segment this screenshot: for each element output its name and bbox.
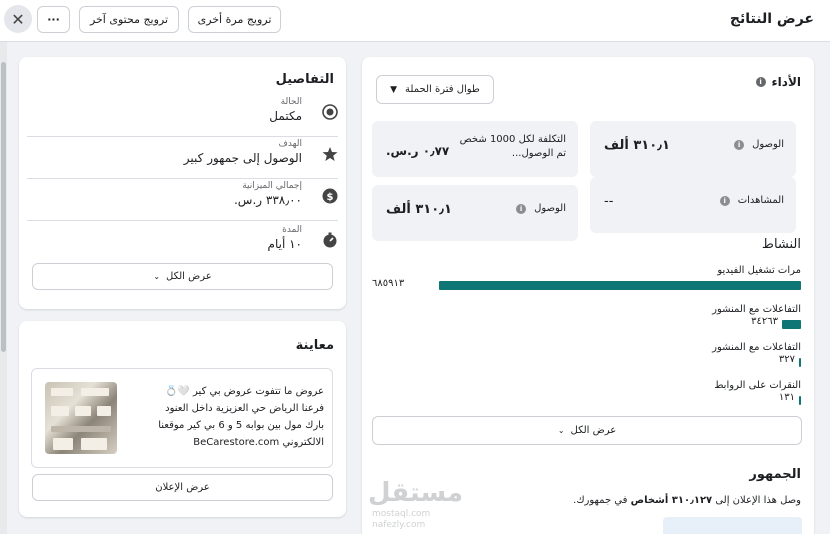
activity-label: مرات تشغيل الفيديو bbox=[717, 265, 801, 276]
performance-title: الأداء i bbox=[755, 75, 801, 89]
dollar-icon: $ bbox=[322, 188, 338, 204]
metric-value: ٣١٠٫١ ألف bbox=[604, 138, 670, 153]
activity-bar bbox=[799, 396, 801, 405]
metric-reach-2: الوصول i ٣١٠٫١ ألف bbox=[372, 185, 578, 241]
page-title: عرض النتائج bbox=[729, 11, 814, 27]
performance-title-text: الأداء bbox=[771, 75, 801, 89]
ad-preview[interactable]: عروض ما تتفوت عروض بي كير 🤍💍 فرعنا الريا… bbox=[31, 368, 333, 468]
activity-bar bbox=[782, 320, 801, 329]
activity-row: مرات تشغيل الفيديو ٦٨٥٩١٣ bbox=[372, 265, 801, 295]
activity-bar bbox=[439, 281, 801, 290]
details-card: التفاصيل الحالة مكتمل الهدف الوصول إلى ج… bbox=[19, 57, 346, 309]
metric-reach: الوصول i ٣١٠٫١ ألف bbox=[590, 121, 796, 177]
detail-value: الوصول إلى جمهور كبير bbox=[183, 151, 302, 165]
view-ad-button[interactable]: عرض الإعلان bbox=[32, 474, 333, 501]
preview-card: معاينة عروض ما تتفوت عروض بي كير 🤍💍 فرعن… bbox=[19, 321, 346, 517]
detail-label: المدة bbox=[282, 225, 302, 235]
info-icon[interactable]: i bbox=[734, 139, 745, 150]
activity-label: التفاعلات مع المنشور bbox=[712, 342, 801, 353]
activity-value: ١٣١ bbox=[778, 392, 795, 403]
activity-bar bbox=[799, 358, 801, 367]
period-label: طوال فترة الحملة bbox=[405, 84, 480, 95]
close-button[interactable]: ✕ bbox=[4, 5, 32, 33]
period-dropdown[interactable]: طوال فترة الحملة ▼ bbox=[376, 75, 494, 104]
activity-label: النقرات على الروابط bbox=[714, 380, 801, 391]
ad-line: الالكتروني BeCarestore.com bbox=[193, 437, 324, 448]
details-title: التفاصيل bbox=[275, 72, 334, 87]
metric-value: -- bbox=[604, 194, 614, 209]
header-bar: عرض النتائج ترويج مرة أخرى ترويج محتوى آ… bbox=[0, 0, 830, 42]
audience-text: وصل هذا الإعلان إلى ٣١٠٫١٢٧ أشخاص في جمه… bbox=[573, 495, 801, 506]
metric-value: ٣١٠٫١ ألف bbox=[386, 202, 452, 217]
caret-down-icon: ▼ bbox=[390, 84, 398, 95]
chevron-down-icon: ⌄ bbox=[557, 426, 565, 435]
view-ad-label: عرض الإعلان bbox=[155, 482, 210, 493]
activity-row: التفاعلات مع المنشور ٣٤٢٦٣ bbox=[372, 304, 801, 334]
chevron-down-icon: ⌄ bbox=[153, 272, 161, 281]
audience-count: ٣١٠٫١٢٧ أشخاص bbox=[630, 495, 713, 506]
view-all-activity-button[interactable]: عرض الكل ⌄ bbox=[372, 416, 802, 445]
detail-label: الحالة bbox=[280, 97, 302, 107]
metric-label: التكلفة لكل 1000 شخص تم الوصول... bbox=[459, 134, 566, 159]
boost-other-content-button[interactable]: ترويج محتوى آخر bbox=[79, 6, 179, 33]
preview-title: معاينة bbox=[295, 338, 334, 353]
audience-text-prefix: وصل هذا الإعلان إلى bbox=[715, 495, 801, 506]
detail-value: ١٠ أيام bbox=[267, 237, 302, 251]
stopwatch-icon bbox=[322, 232, 338, 248]
metric-label-text: المشاهدات bbox=[737, 195, 784, 206]
metric-label: المشاهدات i bbox=[719, 195, 784, 206]
detail-value: ٣٣٨٫٠٠ ر.س. bbox=[233, 193, 302, 207]
boost-again-button[interactable]: ترويج مرة أخرى bbox=[188, 6, 281, 33]
ad-text: عروض ما تتفوت عروض بي كير 🤍💍 فرعنا الريا… bbox=[112, 383, 324, 451]
metric-views: المشاهدات i -- bbox=[590, 177, 796, 233]
activity-label: التفاعلات مع المنشور bbox=[712, 304, 801, 315]
ad-thumbnail bbox=[45, 382, 117, 454]
info-icon[interactable]: i bbox=[516, 203, 527, 214]
detail-row-budget: $ إجمالي الميزانية ٣٣٨٫٠٠ ر.س. bbox=[27, 179, 338, 221]
status-icon bbox=[322, 104, 338, 120]
detail-label: إجمالي الميزانية bbox=[242, 181, 302, 191]
view-all-label: عرض الكل bbox=[166, 271, 212, 282]
more-options-button[interactable]: ··· bbox=[37, 6, 70, 33]
audience-text-suffix: في جمهورك. bbox=[573, 495, 628, 506]
scrollbar[interactable] bbox=[0, 42, 7, 534]
metric-label-text: الوصول bbox=[752, 139, 784, 150]
metric-cost-per-1000: التكلفة لكل 1000 شخص تم الوصول... ٠٫٧٧ ر… bbox=[372, 121, 578, 177]
metric-value: ٠٫٧٧ ر.س. bbox=[386, 144, 450, 158]
metric-label: الوصول i bbox=[734, 139, 784, 150]
performance-panel: الأداء i طوال فترة الحملة ▼ الوصول i ٣١٠… bbox=[362, 57, 814, 534]
activity-row: النقرات على الروابط ١٣١ bbox=[372, 380, 801, 410]
view-all-details-button[interactable]: عرض الكل ⌄ bbox=[32, 263, 333, 290]
ad-line: عروض ما تتفوت عروض بي كير 🤍💍 bbox=[164, 386, 324, 397]
activity-value: ٣٤٢٦٣ bbox=[751, 316, 778, 327]
info-icon[interactable]: i bbox=[755, 77, 766, 87]
scrollbar-thumb[interactable] bbox=[1, 62, 6, 352]
ad-line: فرعنا الرياض حي العزيزية داخل العنود bbox=[165, 403, 324, 414]
activity-value: ٣٢٧ bbox=[778, 354, 795, 365]
detail-value: مكتمل bbox=[269, 109, 302, 123]
close-icon: ✕ bbox=[11, 9, 25, 29]
star-icon bbox=[322, 146, 338, 162]
detail-row-duration: المدة ١٠ أيام bbox=[27, 223, 338, 265]
ad-line: بارك مول بين بوابه 5 و 6 بي كير موقعنا bbox=[158, 420, 324, 431]
info-icon[interactable]: i bbox=[719, 195, 730, 206]
activity-title: النشاط bbox=[761, 237, 801, 252]
detail-row-status: الحالة مكتمل bbox=[27, 95, 338, 137]
activity-value: ٦٨٥٩١٣ bbox=[372, 278, 405, 289]
svg-text:$: $ bbox=[327, 192, 334, 203]
metric-label-text: الوصول bbox=[534, 203, 566, 214]
detail-label: الهدف bbox=[278, 139, 302, 149]
metric-label: الوصول i bbox=[516, 203, 566, 214]
audience-title: الجمهور bbox=[749, 467, 801, 482]
view-all-label: عرض الكل bbox=[570, 425, 617, 436]
detail-row-objective: الهدف الوصول إلى جمهور كبير bbox=[27, 137, 338, 179]
audience-chart-placeholder bbox=[663, 517, 802, 534]
activity-row: التفاعلات مع المنشور ٣٢٧ bbox=[372, 342, 801, 372]
